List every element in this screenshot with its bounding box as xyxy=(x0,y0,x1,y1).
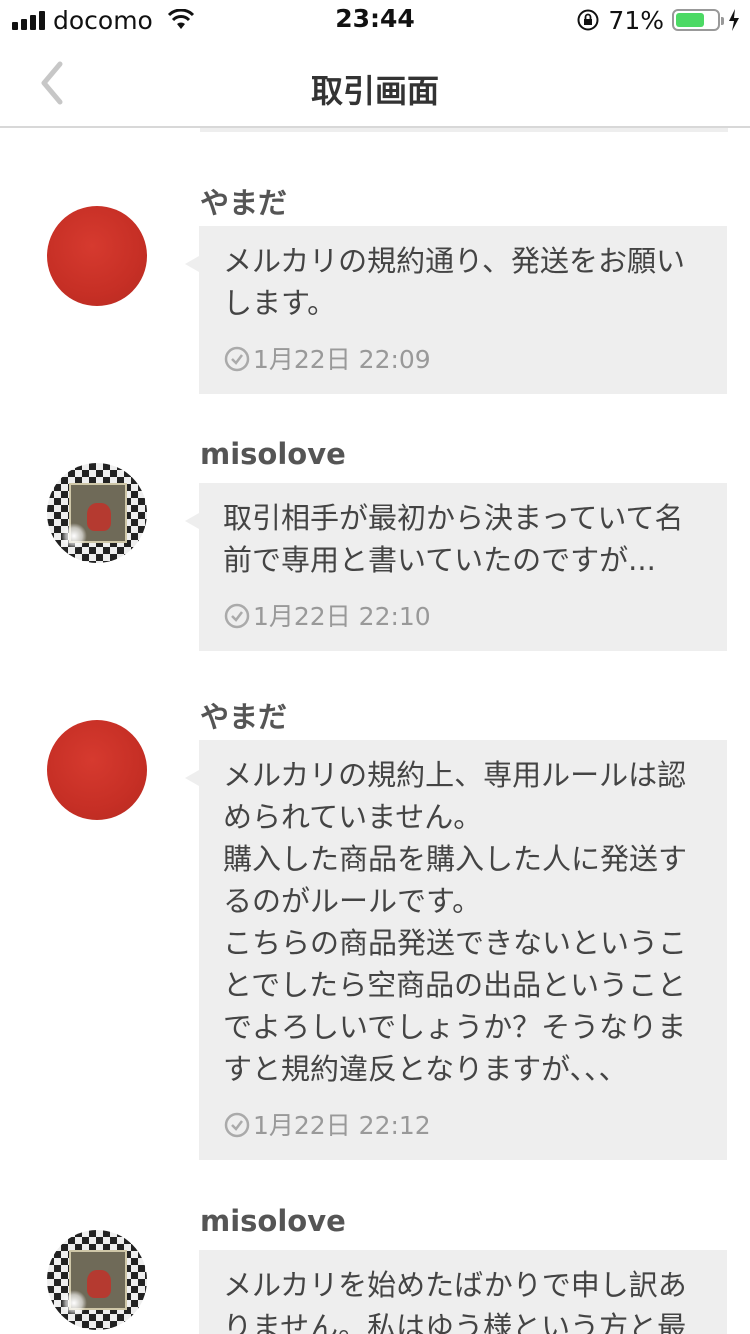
avatar[interactable] xyxy=(47,463,147,563)
previous-bubble-edge xyxy=(200,128,728,132)
sender-name: misolove xyxy=(200,1204,346,1238)
clock-icon xyxy=(224,1112,250,1138)
message-bubble: 取引相手が最初から決まっていて名 前で専用と書いていたのですが... 1月22日… xyxy=(185,483,727,651)
timestamp-text: 1月22日 22:12 xyxy=(253,1111,431,1140)
battery-icon xyxy=(672,9,724,31)
charging-bolt-icon xyxy=(729,9,739,31)
message-text: メルカリを始めたばかりで申し訳あ りません。私はゆう様という方と最 xyxy=(223,1268,687,1334)
page-title: 取引画面 xyxy=(310,72,439,110)
timestamp-text: 1月22日 22:10 xyxy=(253,602,431,631)
message-text: メルカリの規約通り、発送をお願い します。 xyxy=(223,244,685,320)
message-text: 取引相手が最初から決まっていて名 前で専用と書いていたのですが... xyxy=(223,501,684,577)
sender-name: やまだ xyxy=(200,700,288,734)
message-text: メルカリの規約上、専用ルールは認 められていません。 購入した商品を購入した人に… xyxy=(223,758,688,1086)
timestamp: 1月22日 22:12 xyxy=(223,1106,703,1142)
avatar[interactable] xyxy=(47,206,147,306)
sender-name: やまだ xyxy=(200,186,288,220)
clock-icon xyxy=(224,346,250,372)
navigation-bar: 取引画面 xyxy=(0,40,750,128)
clock-icon xyxy=(224,603,250,629)
message-bubble: メルカリの規約上、専用ルールは認 められていません。 購入した商品を購入した人に… xyxy=(185,740,727,1160)
sender-name: misolove xyxy=(200,437,346,471)
avatar[interactable] xyxy=(47,720,147,820)
battery-fill xyxy=(676,13,705,27)
timestamp: 1月22日 22:09 xyxy=(223,340,703,376)
rotation-lock-icon xyxy=(577,9,599,31)
battery-percent: 71% xyxy=(608,5,664,35)
avatar[interactable] xyxy=(47,1230,147,1330)
timestamp-text: 1月22日 22:09 xyxy=(253,345,431,374)
message-bubble: メルカリを始めたばかりで申し訳あ りません。私はゆう様という方と最 xyxy=(199,1250,727,1334)
timestamp: 1月22日 22:10 xyxy=(223,597,703,633)
status-bar: docomo 23:44 71% xyxy=(0,0,750,40)
message-bubble: メルカリの規約通り、発送をお願い します。 1月22日 22:09 xyxy=(185,226,727,394)
status-right: 71% xyxy=(576,5,740,35)
